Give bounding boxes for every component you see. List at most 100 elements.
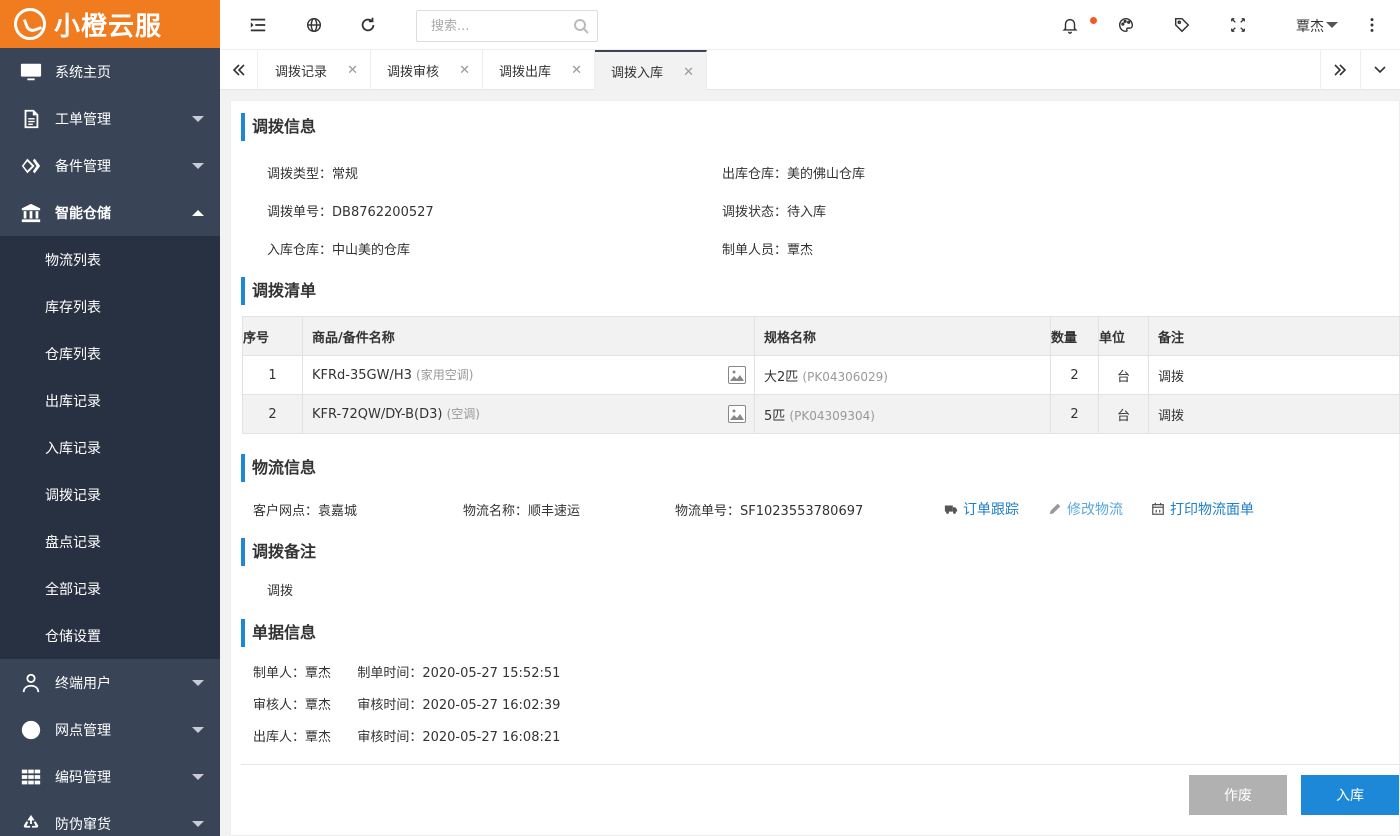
tab-scroll-left-icon[interactable] — [220, 50, 258, 90]
track-order-link[interactable]: 订单跟踪 — [944, 499, 1019, 519]
sidebar-item-anti-fake[interactable]: 防伪窜货 — [0, 800, 220, 836]
table-row: 2 KFR-72QW/DY-B(D3) (空调) 5匹 (PK04309304)… — [242, 394, 1400, 434]
customer-branch: 客户网点：袁嘉城 — [253, 500, 357, 519]
tab-transfer-review[interactable]: 调拨审核 ✕ — [371, 50, 483, 90]
label: 制单人员： — [722, 243, 788, 258]
label: 物流名称： — [463, 504, 529, 519]
value: 2020-05-27 16:08:21 — [422, 730, 561, 745]
submenu-item-outbound[interactable]: 出库记录 — [0, 377, 220, 424]
sidebar-item-codes[interactable]: 编码管理 — [0, 753, 220, 800]
label: 入库仓库： — [267, 243, 333, 258]
sidebar-item-parts[interactable]: 备件管理 — [0, 142, 220, 189]
image-icon[interactable] — [728, 366, 746, 384]
product-name: KFR-72QW/DY-B(D3) — [312, 407, 443, 422]
bank-icon — [20, 202, 42, 224]
product-name: KFRd-35GW/H3 — [312, 368, 412, 383]
globe-icon[interactable] — [304, 15, 324, 35]
sidebar-item-warehouse[interactable]: 智能仓储 — [0, 189, 220, 236]
submenu-item-inbound[interactable]: 入库记录 — [0, 424, 220, 471]
chevron-down-icon[interactable] — [1326, 22, 1338, 28]
cell-unit: 台 — [1098, 394, 1149, 434]
user-name[interactable]: 覃杰 — [1296, 16, 1324, 36]
close-icon[interactable]: ✕ — [571, 63, 582, 78]
close-icon[interactable]: ✕ — [459, 63, 470, 78]
tab-transfer-in[interactable]: 调拨入库 ✕ — [595, 50, 707, 90]
diamond-link-icon — [20, 155, 42, 177]
logistics-company: 物流名称：顺丰速运 — [463, 500, 580, 519]
cell-spec: 大2匹 (PK04306029) — [754, 355, 1051, 395]
sidebar-item-label: 编码管理 — [55, 769, 111, 786]
cell-note: 调拨 — [1148, 355, 1400, 395]
out-warehouse: 出库仓库：美的佛山仓库 — [722, 163, 865, 182]
link-label: 修改物流 — [1067, 502, 1123, 518]
value: SF1023553780697 — [740, 504, 864, 519]
table-header-row: 序号 商品/备件名称 规格名称 数量 单位 备注 — [242, 316, 1400, 356]
edit-logistics-link[interactable]: 修改物流 — [1048, 499, 1123, 519]
submenu-item-settings[interactable]: 仓储设置 — [0, 612, 220, 659]
tracking-number: 物流单号：SF1023553780697 — [675, 500, 863, 519]
sidebar-item-home[interactable]: 系统主页 — [0, 48, 220, 95]
submenu-item-all-records[interactable]: 全部记录 — [0, 565, 220, 612]
tab-label: 调拨入库 — [611, 65, 664, 81]
value: 中山美的仓库 — [332, 243, 411, 258]
sidebar-item-workorder[interactable]: 工单管理 — [0, 95, 220, 142]
submenu-item-warehouses[interactable]: 仓库列表 — [0, 330, 220, 377]
sidebar-item-branches[interactable]: 网点管理 — [0, 706, 220, 753]
notification-dot — [1090, 17, 1097, 24]
sidebar-item-label: 智能仓储 — [55, 205, 111, 222]
void-button[interactable]: 作废 — [1189, 775, 1287, 815]
label: 出库仓库： — [722, 167, 788, 182]
tab-dropdown-icon[interactable] — [1360, 50, 1398, 90]
tab-scroll-right-icon[interactable] — [1320, 50, 1358, 90]
spec-code: (PK04309304) — [789, 408, 875, 423]
sidebar-item-label: 工单管理 — [55, 111, 111, 128]
transfer-type: 调拨类型：常规 — [267, 163, 358, 182]
sidebar-item-label: 终端用户 — [55, 675, 111, 692]
value: 2020-05-27 15:52:51 — [422, 666, 561, 681]
close-icon[interactable]: ✕ — [347, 63, 358, 78]
sidebar-item-end-users[interactable]: 终端用户 — [0, 659, 220, 706]
tab-transfer-out[interactable]: 调拨出库 ✕ — [483, 50, 595, 90]
value: DB8762200527 — [332, 205, 434, 220]
label: 客户网点： — [253, 504, 319, 519]
col-header: 单位 — [1098, 316, 1149, 356]
stock-in-button[interactable]: 入库 — [1301, 775, 1399, 815]
menu-collapse-icon[interactable] — [248, 15, 268, 35]
link-label: 打印物流面单 — [1170, 502, 1254, 518]
main-content: 调拨信息 调拨类型：常规 出库仓库：美的佛山仓库 调拨单号：DB87622005… — [230, 100, 1400, 836]
image-icon[interactable] — [728, 405, 746, 423]
tag-icon[interactable] — [1172, 15, 1192, 35]
spec-name: 5匹 — [764, 408, 786, 424]
print-waybill-link[interactable]: 打印物流面单 — [1151, 499, 1254, 519]
sidebar-item-label: 备件管理 — [55, 158, 111, 175]
cell-spec: 5匹 (PK04309304) — [754, 394, 1051, 434]
cell-name: KFR-72QW/DY-B(D3) (空调) — [302, 394, 755, 434]
chevron-down-icon — [192, 163, 204, 169]
more-vertical-icon[interactable] — [1362, 15, 1382, 35]
fullscreen-icon[interactable] — [1228, 15, 1248, 35]
submenu-item-logistics[interactable]: 物流列表 — [0, 236, 220, 283]
section-title-doc-info: 单据信息 — [241, 619, 316, 647]
search-input[interactable] — [417, 11, 567, 41]
sidebar-item-label: 网点管理 — [55, 722, 111, 739]
grid-icon — [20, 766, 42, 788]
app-logo[interactable]: 小橙云服 — [0, 0, 220, 48]
bell-icon[interactable] — [1060, 15, 1080, 35]
submenu-item-stocktake[interactable]: 盘点记录 — [0, 518, 220, 565]
search-icon[interactable] — [573, 18, 589, 38]
tab-transfer-records[interactable]: 调拨记录 ✕ — [259, 50, 371, 90]
value: 美的佛山仓库 — [787, 167, 866, 182]
close-icon[interactable]: ✕ — [683, 65, 694, 80]
remark-text: 调拨 — [267, 584, 294, 599]
label: 审核时间： — [357, 730, 423, 745]
spec-name: 大2匹 — [764, 369, 799, 385]
search-box — [416, 10, 598, 42]
submenu-item-inventory[interactable]: 库存列表 — [0, 283, 220, 330]
submenu-item-transfer[interactable]: 调拨记录 — [0, 471, 220, 518]
table-row: 1 KFRd-35GW/H3 (家用空调) 大2匹 (PK04306029) 2… — [242, 355, 1400, 395]
doc-row-reviewer: 审核人：覃杰 审核时间：2020-05-27 16:02:39 — [253, 694, 560, 713]
refresh-icon[interactable] — [358, 15, 378, 35]
palette-icon[interactable] — [1116, 15, 1136, 35]
label: 制单人： — [253, 666, 306, 681]
label: 调拨单号： — [267, 205, 333, 220]
